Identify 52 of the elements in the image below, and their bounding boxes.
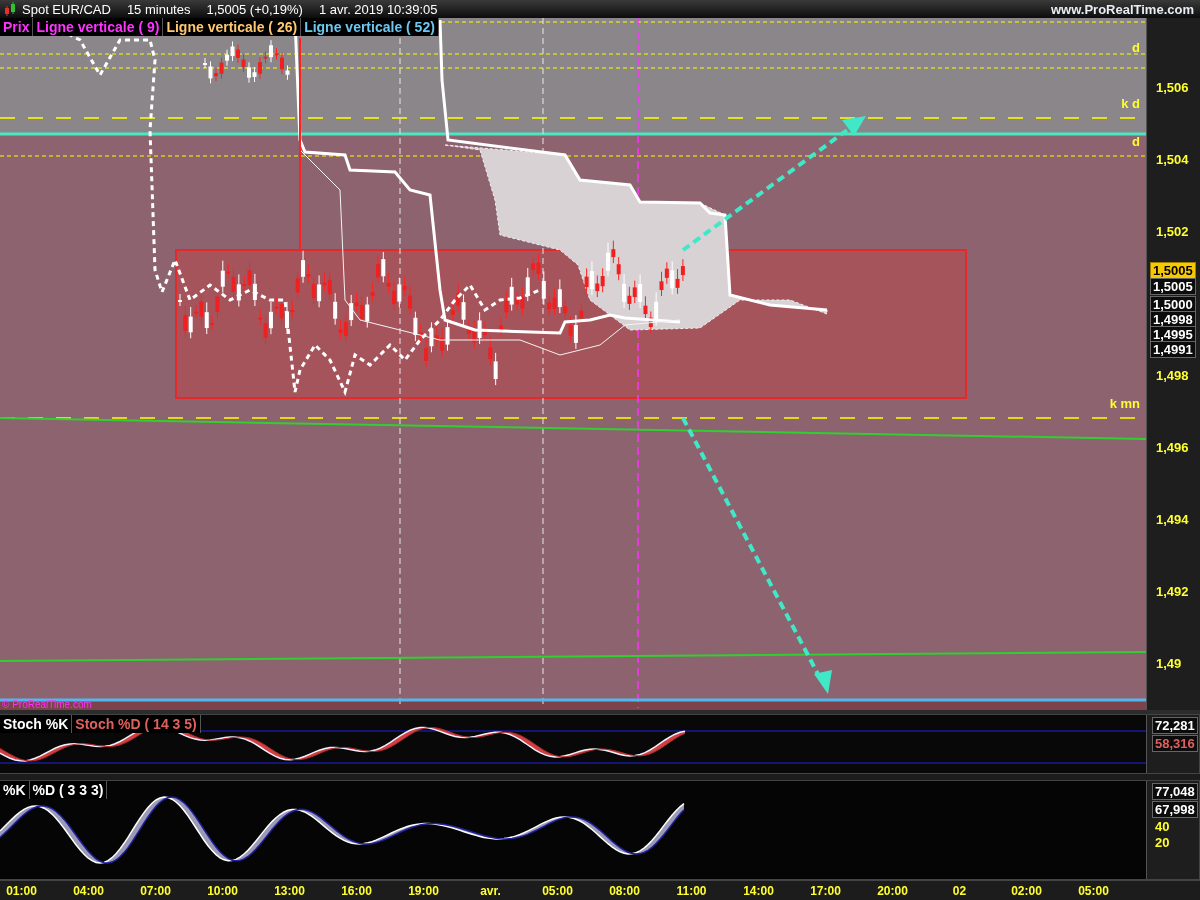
value-tag: 67,998 [1152, 801, 1198, 818]
axis-label: 05:00 [1077, 883, 1110, 898]
axis-label: 02:00 [1010, 883, 1043, 898]
axis-label: 1,494 [1156, 512, 1189, 527]
axis-label: 40 [1155, 819, 1170, 834]
price-tag: 1,5005 [1150, 278, 1196, 295]
symbol-name: Spot EUR/CAD [22, 1, 111, 17]
axis-label: 17:00 [809, 883, 842, 898]
value-tag: 72,281 [1152, 717, 1198, 734]
axis-label: 1,498 [1156, 368, 1189, 383]
axis-label: 1,49 [1156, 656, 1182, 671]
price-change: 1,5005 (+0,19%) [206, 1, 303, 17]
candlestick-icon [4, 2, 16, 16]
axis-label: 1,496 [1156, 440, 1189, 455]
legend-item[interactable]: %K [0, 781, 30, 799]
legend-item[interactable]: Ligne verticale ( 52) [301, 18, 439, 36]
axis-label: 20 [1155, 835, 1170, 850]
level-label: d [1132, 40, 1140, 55]
axis-label: 07:00 [139, 883, 172, 898]
axis-label: 11:00 [675, 883, 708, 898]
axis-label: 16:00 [340, 883, 373, 898]
price-tag: 1,4991 [1150, 341, 1196, 358]
timestamp: 1 avr. 2019 10:39:05 [318, 1, 438, 17]
legend-item[interactable]: Ligne verticale ( 26) [163, 18, 302, 36]
interval-label: 15 minutes [126, 1, 191, 17]
axis-label: 20:00 [876, 883, 909, 898]
axis-label: 05:00 [541, 883, 574, 898]
axis-label: 01:00 [5, 883, 38, 898]
axis-label: 02 [951, 883, 968, 898]
website-link[interactable]: www.ProRealTime.com [1050, 1, 1194, 17]
legend-item[interactable]: Stoch %D ( 14 3 5) [72, 715, 201, 733]
axis-label: 1,506 [1156, 80, 1189, 95]
axis-label: 1,492 [1156, 584, 1189, 599]
value-tag: 58,316 [1152, 735, 1198, 752]
legend-item[interactable]: %D ( 3 3 3) [29, 781, 108, 799]
legend-item[interactable]: Stoch %K [0, 715, 73, 733]
axis-label: 13:00 [273, 883, 306, 898]
axis-label: 14:00 [742, 883, 775, 898]
level-label: k d [1121, 96, 1140, 111]
axis-label: 08:00 [608, 883, 641, 898]
axis-label: 1,502 [1156, 224, 1189, 239]
level-label: k mn [1109, 396, 1140, 411]
copyright-label: © ProRealTime.com [2, 699, 92, 710]
level-label: d [1132, 134, 1140, 149]
axis-label: avr. [479, 883, 502, 898]
axis-label: 04:00 [72, 883, 105, 898]
axis-label: 19:00 [407, 883, 440, 898]
legend-item[interactable]: Prix [0, 18, 34, 36]
value-tag: 77,048 [1152, 783, 1198, 800]
axis-label: 1,504 [1156, 152, 1189, 167]
legend-item[interactable]: Ligne verticale ( 9) [33, 18, 164, 36]
axis-label: 10:00 [206, 883, 239, 898]
